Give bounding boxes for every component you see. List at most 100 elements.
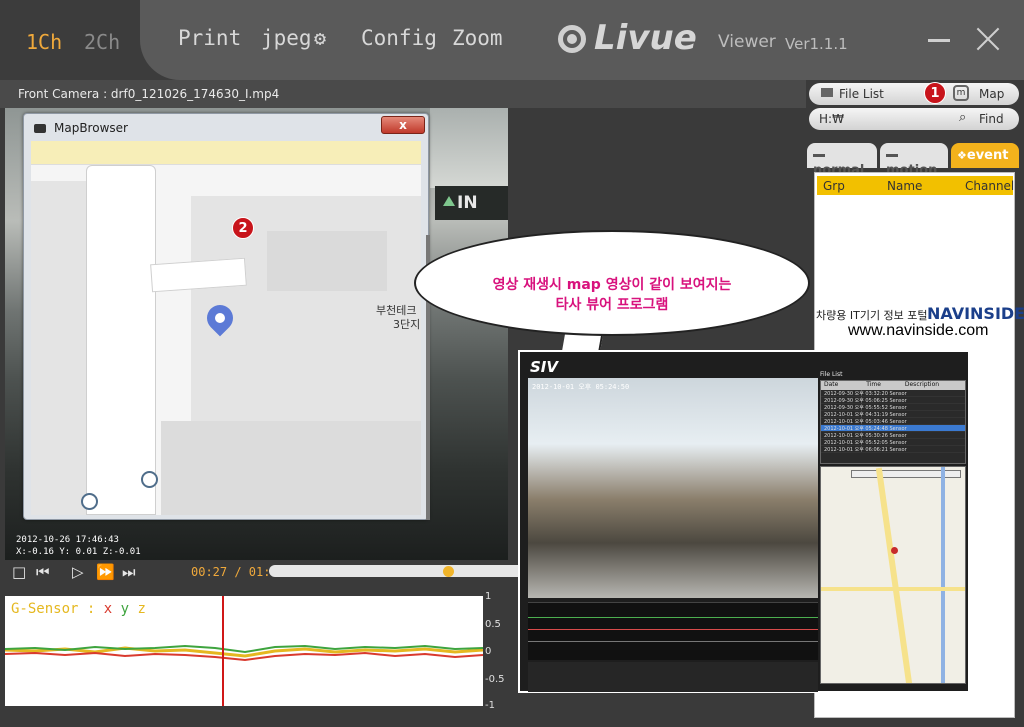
gsensor-scale: -0.5 bbox=[485, 674, 505, 685]
step-badge-2: 2 bbox=[232, 217, 254, 239]
map-road bbox=[86, 165, 156, 515]
minimize-icon[interactable] bbox=[928, 39, 950, 42]
inset-file-list-header: Date Time Description bbox=[821, 381, 965, 390]
event-list-header: Grp Name Channel bbox=[817, 176, 1014, 195]
gsensor-position-marker bbox=[222, 596, 224, 706]
find-button[interactable]: Find bbox=[979, 112, 1004, 126]
inset-file-row: 2012-09-30 오후 05:06:25 Sensor bbox=[821, 397, 965, 404]
logo-icon bbox=[558, 25, 586, 53]
version-label: Ver1.1.1 bbox=[785, 35, 848, 53]
tab-2ch[interactable]: 2Ch bbox=[84, 30, 120, 54]
inset-map-pin-icon bbox=[891, 547, 898, 554]
folder-icon bbox=[821, 88, 833, 97]
inset-file-rows: 2012-09-30 오후 03:32:20 Sensor 2012-09-30 … bbox=[821, 390, 965, 453]
inset-col-time: Time bbox=[866, 381, 881, 388]
inset-map-road bbox=[875, 467, 913, 683]
event-icon: ❖ bbox=[957, 149, 967, 162]
map-browser-window[interactable]: MapBrowser x 부천테크 3단지 bbox=[23, 113, 429, 520]
tab-event[interactable]: ❖event bbox=[951, 143, 1019, 168]
video-file-title: Front Camera : drf0_121026_174630_I.mp4 bbox=[18, 87, 280, 101]
map-view[interactable]: 부천테크 3단지 bbox=[31, 141, 421, 515]
map-building bbox=[31, 181, 86, 515]
menu-zoom[interactable]: Zoom bbox=[452, 26, 503, 50]
step-badge-1: 1 bbox=[924, 82, 946, 104]
inset-file-row: 2012-10-01 오후 04:31:19 Sensor bbox=[821, 411, 965, 418]
bubble-text-line1: 영상 재생시 map 영상이 같이 보여지는 bbox=[492, 277, 732, 293]
inset-file-row: 2012-09-30 오후 05:55:52 Sensor bbox=[821, 404, 965, 411]
bubble-text-line2: 타사 뷰어 프로그램 bbox=[555, 297, 669, 313]
osd-gsensor: X:-0.16 Y: 0.01 Z:-0.01 bbox=[16, 547, 141, 557]
inset-file-list-label: File List bbox=[820, 371, 843, 378]
inset-map bbox=[820, 466, 966, 684]
map-icon[interactable]: m bbox=[953, 85, 969, 101]
inset-file-row: 2012-09-30 오후 03:32:20 Sensor bbox=[821, 390, 965, 397]
map-close-button[interactable]: x bbox=[381, 116, 425, 134]
inset-col-description: Description bbox=[904, 381, 940, 388]
osd-datetime: 2012-10-26 17:46:43 bbox=[16, 535, 119, 545]
camera-icon bbox=[34, 124, 46, 133]
map-building bbox=[267, 231, 387, 291]
path-label[interactable]: H:₩ bbox=[819, 112, 844, 126]
brand-url: www.navinside.com bbox=[848, 322, 989, 339]
brand-logo: NAVINSIDE bbox=[927, 304, 1024, 323]
tab-1ch[interactable]: 1Ch bbox=[26, 30, 62, 54]
search-icon[interactable]: ⌕ bbox=[959, 110, 966, 125]
menu-jpeg[interactable]: jpeg bbox=[261, 26, 312, 50]
inset-col-date: Date bbox=[824, 381, 839, 388]
app-logo: Livue bbox=[594, 18, 697, 58]
gsensor-scale: 1 bbox=[485, 591, 492, 602]
in-sign: IN bbox=[435, 186, 508, 220]
inset-graph-line bbox=[528, 617, 818, 618]
inset-brand: SIV bbox=[530, 358, 558, 376]
inset-file-row: 2012-10-01 오후 05:52:05 Sensor bbox=[821, 439, 965, 446]
tab-normal[interactable]: normal bbox=[807, 143, 877, 178]
map-building bbox=[161, 421, 421, 515]
step-forward-icon[interactable]: ⏩ bbox=[96, 563, 115, 581]
inset-graph-line bbox=[528, 641, 818, 642]
inset-toolbar bbox=[528, 662, 818, 692]
gsensor-graph: G-Sensor : x y z bbox=[5, 596, 483, 706]
inset-graph-line bbox=[528, 629, 818, 630]
gear-icon[interactable]: ⚙ bbox=[314, 26, 326, 50]
tab-motion[interactable]: motion bbox=[880, 143, 948, 178]
gsensor-scale: 0.5 bbox=[485, 619, 501, 630]
speech-bubble: 영상 재생시 map 영상이 같이 보여지는 타사 뷰어 프로그램 bbox=[414, 230, 810, 377]
inset-file-row: 2012-10-01 오후 05:03:46 Sensor bbox=[821, 418, 965, 425]
bus-stop-icon[interactable] bbox=[141, 471, 158, 488]
column-channel[interactable]: Channel bbox=[965, 179, 1014, 193]
brand-tagline: 차량용 IT기기 정보 포털 bbox=[816, 309, 928, 322]
in-sign-text: IN bbox=[457, 193, 478, 213]
stop-icon[interactable]: □ bbox=[12, 563, 26, 581]
inset-video: 2012-10-01 오후 05:24:50 bbox=[528, 378, 818, 598]
gsensor-scale: -1 bbox=[485, 700, 495, 711]
dash-icon bbox=[886, 154, 898, 157]
inset-graph bbox=[528, 602, 818, 660]
inset-file-row: 2012-10-01 오후 06:06:21 Sensor bbox=[821, 446, 965, 453]
file-list-button[interactable]: File List bbox=[839, 87, 884, 101]
map-road-yellow bbox=[31, 141, 421, 165]
file-list-bar: File List m Map bbox=[809, 83, 1019, 105]
map-browser-title: MapBrowser bbox=[54, 121, 128, 135]
bus-stop-icon[interactable] bbox=[81, 493, 98, 510]
menu-config[interactable]: Config bbox=[361, 26, 437, 50]
close-icon[interactable] bbox=[975, 26, 1001, 52]
column-name[interactable]: Name bbox=[887, 179, 922, 193]
map-button[interactable]: Map bbox=[979, 87, 1004, 101]
inset-map-road bbox=[821, 587, 965, 591]
skip-back-icon[interactable]: ⏮ bbox=[36, 563, 50, 581]
inset-screenshot: SIV 2012-10-01 오후 05:24:50 File List Dat… bbox=[518, 350, 970, 693]
path-bar: H:₩ ⌕ Find bbox=[809, 108, 1019, 130]
menu-print[interactable]: Print bbox=[178, 26, 241, 50]
inset-file-row: 2012-10-01 오후 05:24:48 Sensor bbox=[821, 425, 965, 432]
skip-forward-icon[interactable]: ⏭ bbox=[122, 563, 136, 581]
viewer-label: Viewer bbox=[718, 32, 776, 52]
inset-map-rail bbox=[941, 467, 945, 683]
arrow-up-icon bbox=[443, 196, 455, 206]
inset-osd: 2012-10-01 오후 05:24:50 bbox=[532, 383, 630, 391]
top-bar bbox=[0, 0, 1024, 80]
gsensor-scale: 0 bbox=[485, 646, 492, 657]
column-grp[interactable]: Grp bbox=[823, 179, 845, 193]
dash-icon bbox=[813, 154, 825, 157]
seek-bar[interactable] bbox=[269, 565, 529, 577]
play-icon[interactable]: ▷ bbox=[72, 563, 84, 581]
